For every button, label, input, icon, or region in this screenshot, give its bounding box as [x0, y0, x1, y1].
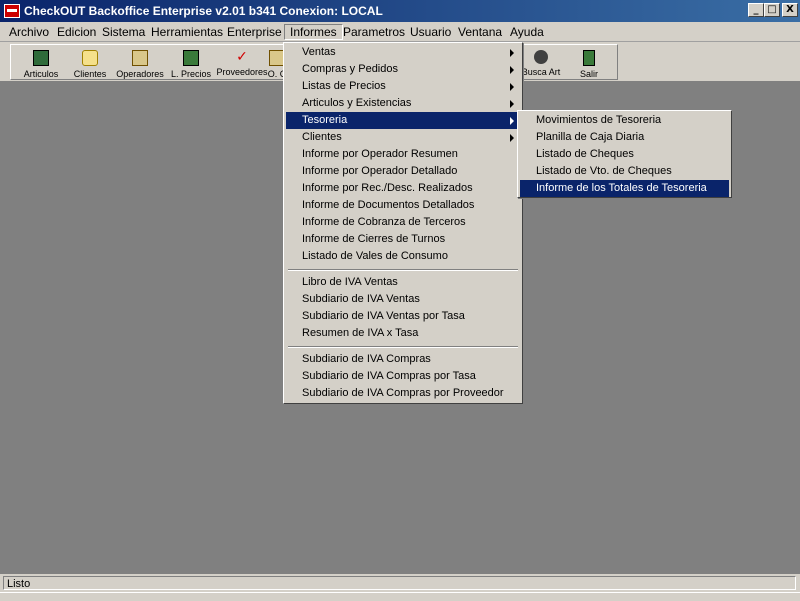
menu-item-operador-detallado[interactable]: Informe por Operador Detallado: [286, 163, 520, 180]
menu-item-subdiario-iva-ventas-tasa[interactable]: Subdiario de IVA Ventas por Tasa: [286, 308, 520, 325]
close-button[interactable]: X: [782, 3, 798, 17]
operadores-button[interactable]: Operadores: [115, 47, 165, 81]
informes-dropdown: Ventas Compras y Pedidos Listas de Preci…: [283, 42, 523, 404]
menu-bar: Archivo Edicion Sistema Herramientas Ent…: [0, 22, 800, 42]
binoculars-icon: [534, 50, 548, 64]
menu-separator: [288, 346, 518, 348]
lprecios-label: L. Precios: [170, 69, 212, 79]
menu-item-subdiario-iva-compras-tasa[interactable]: Subdiario de IVA Compras por Tasa: [286, 368, 520, 385]
submenu-item-listado-cheques[interactable]: Listado de Cheques: [520, 146, 729, 163]
menu-item-subdiario-iva-compras[interactable]: Subdiario de IVA Compras: [286, 351, 520, 368]
exit-door-icon: [583, 50, 595, 66]
submenu-arrow-icon: [510, 83, 514, 91]
salir-button[interactable]: Salir: [571, 47, 607, 81]
lprecios-button[interactable]: L. Precios: [167, 47, 215, 81]
menu-parametros[interactable]: Parametros: [338, 24, 410, 40]
menu-item-documentos-detallados[interactable]: Informe de Documentos Detallados: [286, 197, 520, 214]
menu-item-vales-consumo[interactable]: Listado de Vales de Consumo: [286, 248, 520, 265]
minimize-button[interactable]: _: [748, 3, 764, 17]
submenu-arrow-icon: [510, 117, 514, 125]
menu-informes[interactable]: Informes: [284, 24, 343, 40]
clientes-label: Clientes: [73, 69, 107, 79]
salir-label: Salir: [579, 69, 598, 79]
price-list-icon: [183, 50, 199, 66]
menu-item-operador-resumen[interactable]: Informe por Operador Resumen: [286, 146, 520, 163]
maximize-button[interactable]: □: [764, 3, 780, 17]
menu-separator: [288, 269, 518, 271]
buscar-label: Busca Art: [521, 67, 561, 77]
proveedores-label: Proveedores: [216, 67, 268, 77]
menu-herramientas[interactable]: Herramientas: [146, 24, 228, 40]
menu-item-label: Listas de Precios: [302, 80, 386, 92]
menu-item-label: Tesoreria: [302, 114, 348, 126]
menu-item-label: Articulos y Existencias: [302, 97, 412, 109]
menu-item-clientes[interactable]: Clientes: [286, 129, 520, 146]
clientes-button[interactable]: Clientes: [67, 47, 113, 81]
menu-item-articulos-existencias[interactable]: Articulos y Existencias: [286, 95, 520, 112]
submenu-item-vto-cheques[interactable]: Listado de Vto. de Cheques: [520, 163, 729, 180]
menu-item-label: Compras y Pedidos: [302, 63, 398, 75]
menu-enterprise[interactable]: Enterprise: [222, 24, 287, 40]
clients-icon: [82, 50, 98, 66]
menu-item-compras-pedidos[interactable]: Compras y Pedidos: [286, 61, 520, 78]
tesoreria-submenu: Movimientos de Tesoreria Planilla de Caj…: [517, 110, 732, 198]
submenu-arrow-icon: [510, 100, 514, 108]
articulos-label: Articulos: [23, 69, 59, 79]
title-bar: CheckOUT Backoffice Enterprise v2.01 b34…: [0, 0, 800, 22]
submenu-arrow-icon: [510, 66, 514, 74]
checkmark-icon: ✓: [236, 49, 248, 65]
submenu-arrow-icon: [510, 134, 514, 142]
submenu-item-planilla-caja-diaria[interactable]: Planilla de Caja Diaria: [520, 129, 729, 146]
menu-edicion[interactable]: Edicion: [52, 24, 101, 40]
menu-item-rec-desc[interactable]: Informe por Rec./Desc. Realizados: [286, 180, 520, 197]
menu-sistema[interactable]: Sistema: [97, 24, 150, 40]
menu-ayuda[interactable]: Ayuda: [505, 24, 549, 40]
menu-usuario[interactable]: Usuario: [405, 24, 456, 40]
app-icon[interactable]: [4, 4, 20, 18]
operadores-label: Operadores: [116, 69, 164, 79]
menu-item-listas-precios[interactable]: Listas de Precios: [286, 78, 520, 95]
menu-item-tesoreria[interactable]: Tesoreria: [286, 112, 520, 129]
status-bar: Listo: [0, 574, 800, 601]
submenu-item-totales-tesoreria[interactable]: Informe de los Totales de Tesoreria: [520, 180, 729, 197]
menu-item-resumen-iva-tasa[interactable]: Resumen de IVA x Tasa: [286, 325, 520, 342]
menu-item-libro-iva-ventas[interactable]: Libro de IVA Ventas: [286, 274, 520, 291]
window-title: CheckOUT Backoffice Enterprise v2.01 b34…: [24, 4, 383, 18]
menu-item-cobranza-terceros[interactable]: Informe de Cobranza de Terceros: [286, 214, 520, 231]
menu-item-label: Clientes: [302, 131, 342, 143]
articulos-button[interactable]: Articulos: [17, 47, 65, 81]
menu-archivo[interactable]: Archivo: [4, 24, 54, 40]
menu-item-subdiario-iva-compras-proveedor[interactable]: Subdiario de IVA Compras por Proveedor: [286, 385, 520, 402]
menu-ventana[interactable]: Ventana: [453, 24, 507, 40]
status-text: Listo: [3, 576, 796, 590]
submenu-item-movimientos-tesoreria[interactable]: Movimientos de Tesoreria: [520, 112, 729, 129]
submenu-arrow-icon: [510, 49, 514, 57]
proveedores-button[interactable]: ✓ Proveedores: [215, 47, 269, 81]
buscar-button[interactable]: Busca Art: [519, 47, 563, 81]
operators-icon: [132, 50, 148, 66]
menu-item-subdiario-iva-ventas[interactable]: Subdiario de IVA Ventas: [286, 291, 520, 308]
articles-icon: [33, 50, 49, 66]
menu-item-ventas[interactable]: Ventas: [286, 44, 520, 61]
menu-item-cierres-turnos[interactable]: Informe de Cierres de Turnos: [286, 231, 520, 248]
menu-item-label: Ventas: [302, 46, 336, 58]
